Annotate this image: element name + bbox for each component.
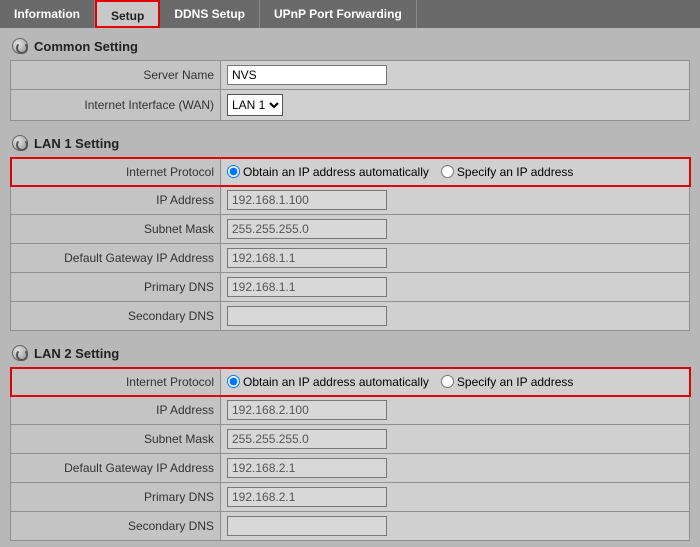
common-setting-table: Server Name Internet Interface (WAN) LAN… (10, 60, 690, 121)
lan2-protocol-row: Internet Protocol Obtain an IP address a… (11, 368, 690, 396)
lan2-protocol-radio-group: Obtain an IP address automatically Speci… (227, 375, 683, 389)
server-name-label: Server Name (11, 61, 221, 90)
lan2-ip-label: IP Address (11, 396, 221, 425)
lan1-radio-auto[interactable] (227, 165, 240, 178)
wan-row: Internet Interface (WAN) LAN 1 (11, 90, 690, 121)
lan1-ip-row: IP Address (11, 186, 690, 215)
reload-icon[interactable] (12, 38, 28, 54)
lan1-gateway-row: Default Gateway IP Address (11, 244, 690, 273)
reload-icon[interactable] (12, 135, 28, 151)
lan2-secondary-dns-input[interactable] (227, 516, 387, 536)
lan1-primary-dns-label: Primary DNS (11, 273, 221, 302)
lan2-subnet-label: Subnet Mask (11, 425, 221, 454)
lan1-gateway-label: Default Gateway IP Address (11, 244, 221, 273)
lan2-radio-manual-label: Specify an IP address (457, 375, 574, 389)
lan1-secondary-dns-label: Secondary DNS (11, 302, 221, 331)
lan2-gateway-row: Default Gateway IP Address (11, 454, 690, 483)
lan1-ip-label: IP Address (11, 186, 221, 215)
lan1-subnet-label: Subnet Mask (11, 215, 221, 244)
lan2-protocol-label: Internet Protocol (11, 368, 221, 396)
tab-upnp-port-forwarding[interactable]: UPnP Port Forwarding (260, 0, 417, 28)
lan1-setting-title: LAN 1 Setting (34, 136, 119, 151)
tab-ddns-setup[interactable]: DDNS Setup (160, 0, 260, 28)
lan2-radio-manual[interactable] (441, 375, 454, 388)
content-area: Common Setting Server Name Internet Inte… (0, 28, 700, 547)
lan1-subnet-input[interactable] (227, 219, 387, 239)
server-name-row: Server Name (11, 61, 690, 90)
lan2-setting-title: LAN 2 Setting (34, 346, 119, 361)
wan-select[interactable]: LAN 1 (227, 94, 283, 116)
lan2-primary-dns-input[interactable] (227, 487, 387, 507)
lan2-ip-row: IP Address (11, 396, 690, 425)
lan2-ip-input[interactable] (227, 400, 387, 420)
lan2-subnet-row: Subnet Mask (11, 425, 690, 454)
lan2-gateway-input[interactable] (227, 458, 387, 478)
common-setting-title: Common Setting (34, 39, 138, 54)
tab-information[interactable]: Information (0, 0, 95, 28)
lan2-primary-dns-row: Primary DNS (11, 483, 690, 512)
lan2-primary-dns-label: Primary DNS (11, 483, 221, 512)
server-name-input[interactable] (227, 65, 387, 85)
wan-label: Internet Interface (WAN) (11, 90, 221, 121)
lan1-protocol-radio-group: Obtain an IP address automatically Speci… (227, 165, 683, 179)
lan2-setting-header: LAN 2 Setting (10, 341, 690, 367)
lan1-radio-auto-label: Obtain an IP address automatically (243, 165, 429, 179)
lan1-radio-manual-label: Specify an IP address (457, 165, 574, 179)
tab-setup[interactable]: Setup (95, 0, 160, 28)
lan1-setting-header: LAN 1 Setting (10, 131, 690, 157)
lan2-radio-auto-label: Obtain an IP address automatically (243, 375, 429, 389)
reload-icon[interactable] (12, 345, 28, 361)
lan1-gateway-input[interactable] (227, 248, 387, 268)
lan1-protocol-label: Internet Protocol (11, 158, 221, 186)
lan1-primary-dns-row: Primary DNS (11, 273, 690, 302)
lan2-setting-table: Internet Protocol Obtain an IP address a… (10, 367, 690, 541)
common-setting-header: Common Setting (10, 34, 690, 60)
lan1-radio-manual[interactable] (441, 165, 454, 178)
lan1-primary-dns-input[interactable] (227, 277, 387, 297)
lan2-gateway-label: Default Gateway IP Address (11, 454, 221, 483)
lan1-secondary-dns-input[interactable] (227, 306, 387, 326)
lan2-subnet-input[interactable] (227, 429, 387, 449)
lan1-ip-input[interactable] (227, 190, 387, 210)
lan1-protocol-row: Internet Protocol Obtain an IP address a… (11, 158, 690, 186)
lan1-secondary-dns-row: Secondary DNS (11, 302, 690, 331)
lan2-radio-auto[interactable] (227, 375, 240, 388)
lan1-setting-table: Internet Protocol Obtain an IP address a… (10, 157, 690, 331)
lan1-subnet-row: Subnet Mask (11, 215, 690, 244)
tab-bar: Information Setup DDNS Setup UPnP Port F… (0, 0, 700, 28)
